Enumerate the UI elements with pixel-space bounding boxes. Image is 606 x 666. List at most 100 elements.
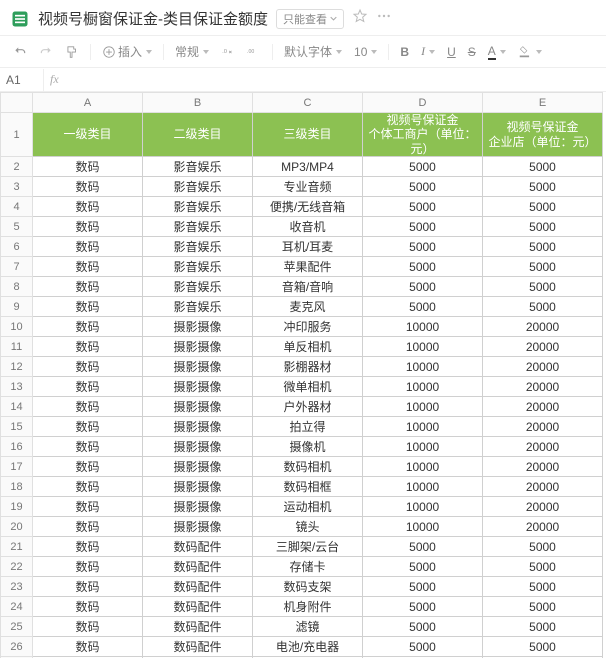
row-header[interactable]: 12 [1,357,33,377]
cell[interactable]: 5000 [363,597,483,617]
format-painter-button[interactable] [62,43,82,61]
row-header[interactable]: 24 [1,597,33,617]
col-header-d[interactable]: D [363,93,483,113]
cell[interactable]: 5000 [363,277,483,297]
row-header[interactable]: 4 [1,197,33,217]
cell[interactable]: MP3/MP4 [253,157,363,177]
insert-button[interactable]: 插入 [99,41,155,62]
redo-button[interactable] [36,43,56,61]
row-header[interactable]: 13 [1,377,33,397]
cell[interactable]: 5000 [483,237,603,257]
cell[interactable]: 10000 [363,317,483,337]
cell[interactable]: 5000 [483,177,603,197]
cell[interactable]: 影音娱乐 [143,177,253,197]
cell[interactable]: 数码 [33,397,143,417]
col-header-b[interactable]: B [143,93,253,113]
cell[interactable]: 影音娱乐 [143,237,253,257]
row-header[interactable]: 27 [1,657,33,658]
cell[interactable]: 数码相框 [253,477,363,497]
cell[interactable]: 5000 [483,257,603,277]
row-header[interactable]: 10 [1,317,33,337]
cell[interactable]: 运动相机 [253,497,363,517]
cell[interactable]: 微单相机 [253,377,363,397]
cell[interactable]: 10000 [363,437,483,457]
cell[interactable]: 单反相机 [253,337,363,357]
cell[interactable]: 数码 [33,637,143,657]
cell[interactable]: 5000 [363,297,483,317]
cell[interactable]: 数码 [33,457,143,477]
spreadsheet-grid[interactable]: A B C D E 1 一级类目 二级类目 三级类目 视频号保证金 个体工商户（… [0,92,606,658]
cell[interactable]: 摄影摄像 [143,337,253,357]
cell[interactable]: 数码 [33,197,143,217]
cell[interactable]: 存储卡 [253,557,363,577]
cell[interactable]: 数码 [33,577,143,597]
cell[interactable]: 20000 [483,337,603,357]
cell[interactable]: 10000 [363,517,483,537]
cell[interactable]: 20000 [483,397,603,417]
cell[interactable]: 5000 [363,557,483,577]
row-header[interactable]: 8 [1,277,33,297]
row-header[interactable]: 19 [1,497,33,517]
cell[interactable]: 5000 [363,237,483,257]
row-header[interactable]: 7 [1,257,33,277]
decrease-decimal-button[interactable]: .0 [218,43,238,61]
cell[interactable]: 数码配件 [143,557,253,577]
cell[interactable]: 影音娱乐 [143,257,253,277]
cell[interactable]: 耳机/耳麦 [253,237,363,257]
cell[interactable]: 数码 [33,557,143,577]
cell[interactable]: 专业音频 [253,177,363,197]
col-header-c[interactable]: C [253,93,363,113]
cell[interactable]: 摄影摄像 [143,397,253,417]
cell[interactable]: 拍立得 [253,417,363,437]
cell[interactable]: 5000 [483,657,603,658]
cell[interactable]: 数码 [33,217,143,237]
cell[interactable]: 数码 [33,317,143,337]
row-header[interactable]: 11 [1,337,33,357]
cell[interactable]: 摄影摄像 [143,497,253,517]
cell[interactable]: 5000 [363,617,483,637]
row-header[interactable]: 9 [1,297,33,317]
row-header[interactable]: 3 [1,177,33,197]
cell[interactable]: 5000 [483,617,603,637]
italic-button[interactable]: I [418,42,438,61]
cell[interactable]: 10000 [363,357,483,377]
cell[interactable]: 10000 [363,417,483,437]
cell[interactable]: 数码 [33,297,143,317]
cell[interactable]: 10000 [363,457,483,477]
cell[interactable]: 5000 [363,157,483,177]
cell[interactable]: 数码 [33,417,143,437]
more-icon[interactable] [376,8,392,29]
row-header[interactable]: 20 [1,517,33,537]
cell[interactable]: 数码 [33,617,143,637]
cell[interactable]: 5000 [483,277,603,297]
cell[interactable]: 5000 [363,257,483,277]
cell[interactable]: 数码 [33,477,143,497]
cell[interactable]: 数码配件 [143,617,253,637]
row-header[interactable]: 21 [1,537,33,557]
cell[interactable]: 数码 [33,657,143,658]
cell[interactable]: 苹果配件 [253,257,363,277]
cell[interactable]: 数码 [33,237,143,257]
cell[interactable]: 影音娱乐 [143,297,253,317]
cell[interactable]: 数码 [33,257,143,277]
cell[interactable]: 摄像机 [253,437,363,457]
cell[interactable]: 影音娱乐 [143,277,253,297]
cell[interactable]: 数码支架 [253,577,363,597]
cell[interactable]: 数码配件 [143,577,253,597]
cell[interactable]: 户外器材 [253,397,363,417]
header-cell-c2[interactable]: 二级类目 [143,113,253,157]
cell[interactable]: 麦克风 [253,297,363,317]
cell[interactable]: 数码 [33,377,143,397]
col-header-a[interactable]: A [33,93,143,113]
cell[interactable]: 摄影摄像 [143,417,253,437]
cell[interactable]: 数码 [33,537,143,557]
row-header[interactable]: 23 [1,577,33,597]
cell[interactable]: 摄影摄像 [143,477,253,497]
cell[interactable]: 数码 [33,597,143,617]
row-header[interactable]: 22 [1,557,33,577]
cell[interactable]: 5000 [363,197,483,217]
cell[interactable]: 20000 [483,497,603,517]
row-header[interactable]: 26 [1,637,33,657]
header-cell-c3[interactable]: 三级类目 [253,113,363,157]
cell[interactable]: 5000 [363,217,483,237]
